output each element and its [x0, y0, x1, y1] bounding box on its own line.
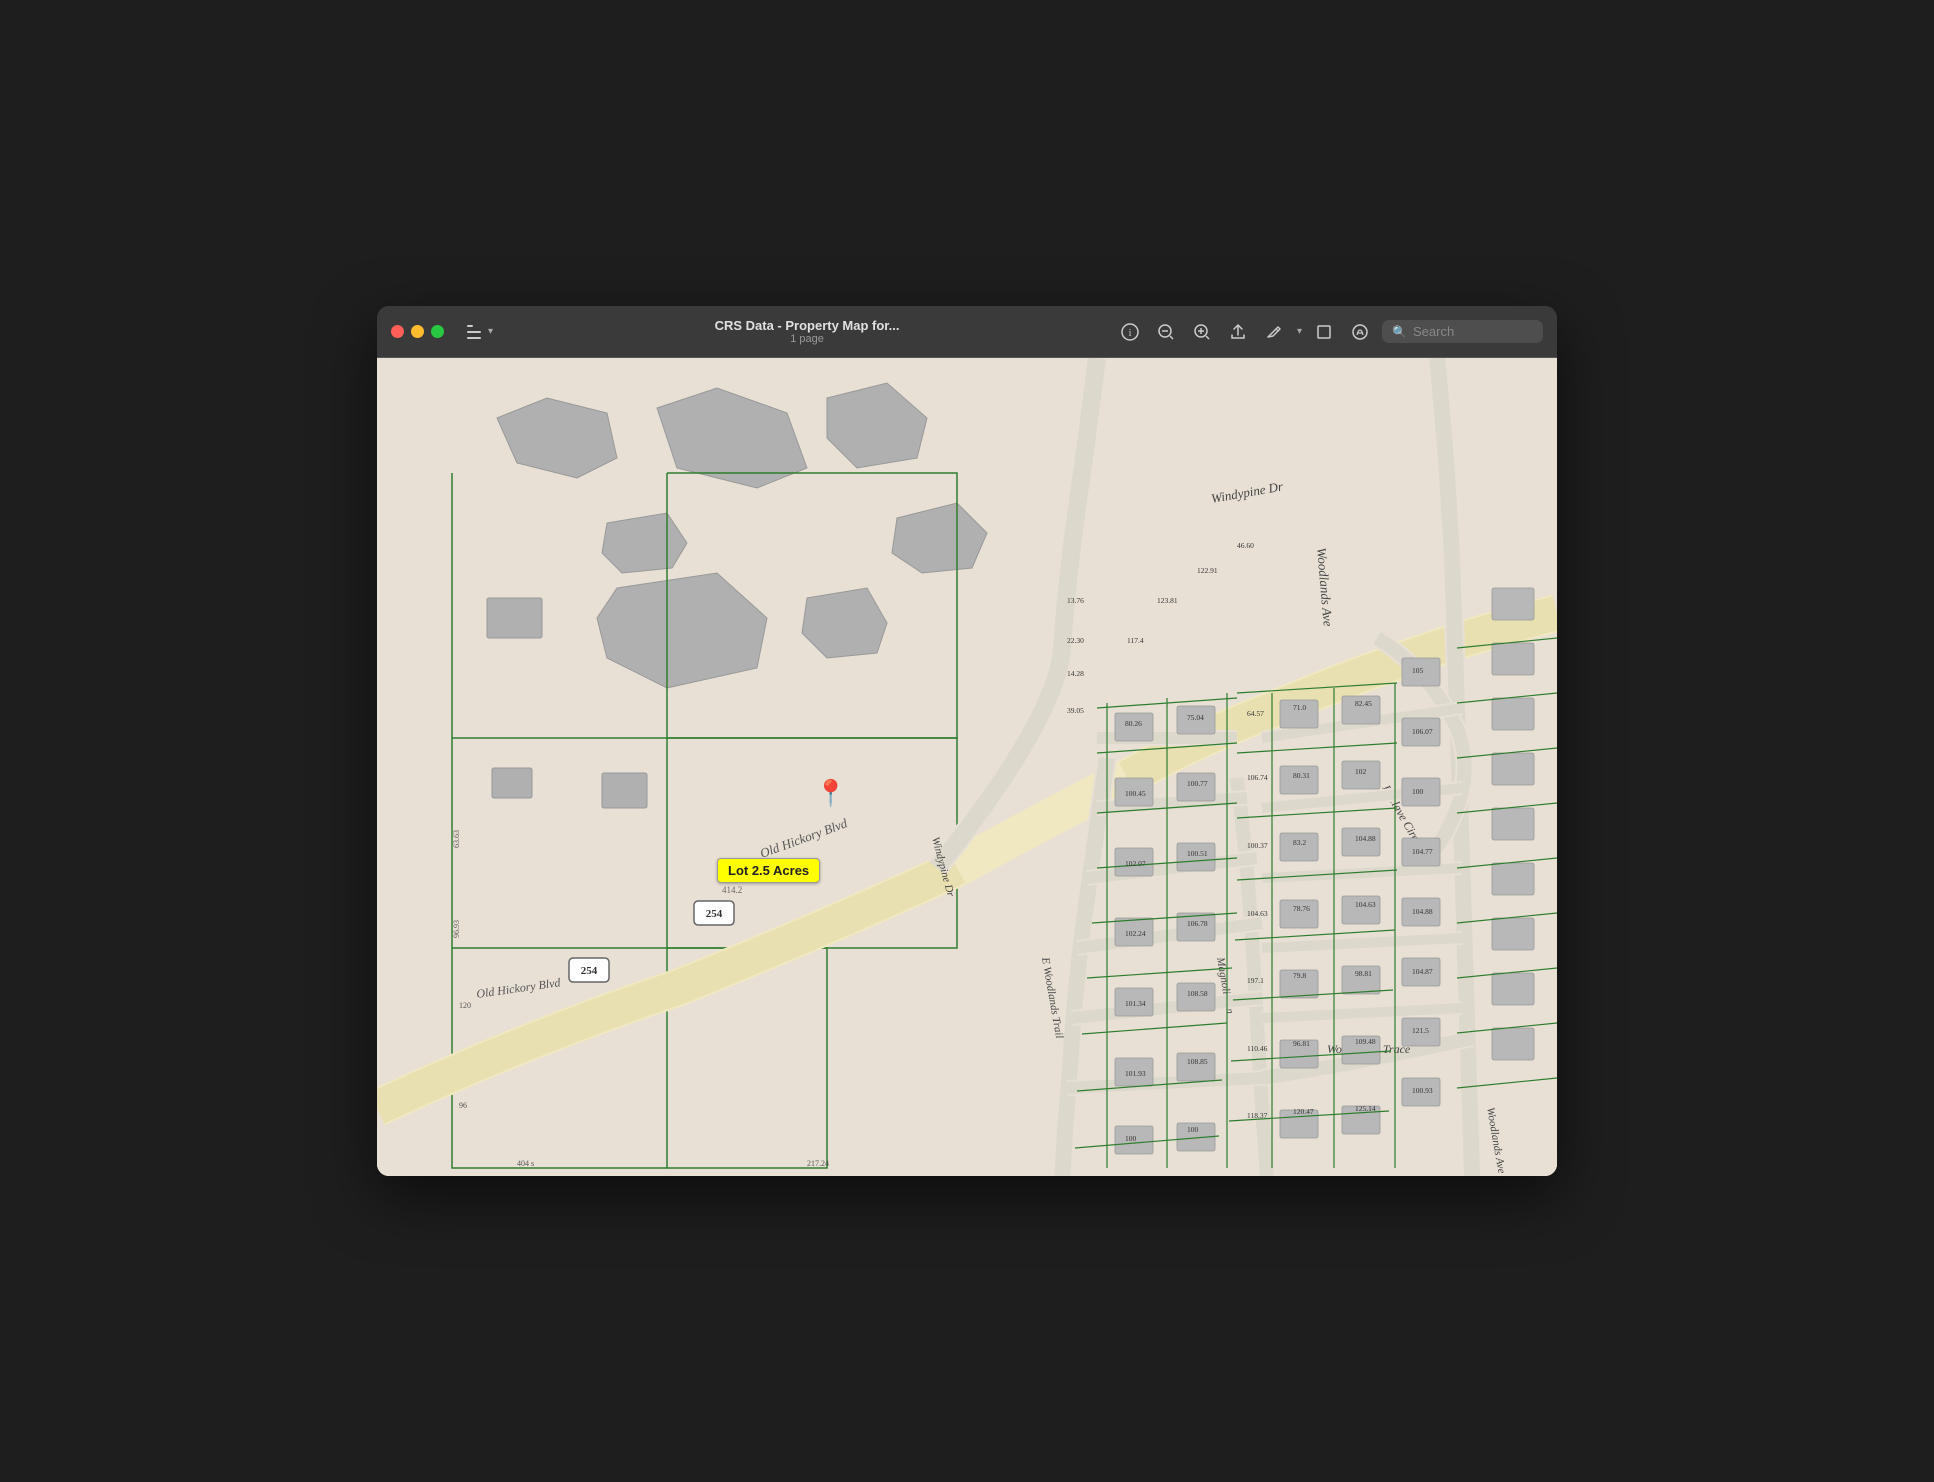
- share-icon: [1229, 323, 1247, 341]
- info-button[interactable]: i: [1116, 318, 1144, 346]
- svg-text:105: 105: [1412, 666, 1424, 675]
- svg-text:39.05: 39.05: [1067, 706, 1084, 715]
- svg-text:80.31: 80.31: [1293, 771, 1310, 780]
- svg-text:108.58: 108.58: [1187, 989, 1208, 998]
- svg-text:98.81: 98.81: [1355, 969, 1372, 978]
- share-button[interactable]: [1224, 318, 1252, 346]
- svg-text:101.34: 101.34: [1125, 999, 1146, 1008]
- svg-text:96.93: 96.93: [452, 920, 461, 938]
- crop-button[interactable]: [1310, 318, 1338, 346]
- svg-text:117.4: 117.4: [1127, 636, 1144, 645]
- svg-text:101.93: 101.93: [1125, 1069, 1146, 1078]
- svg-text:102: 102: [1355, 767, 1367, 776]
- window-title: CRS Data - Property Map for...: [715, 318, 900, 333]
- svg-text:102.07: 102.07: [1125, 859, 1146, 868]
- svg-text:79.8: 79.8: [1293, 971, 1306, 980]
- svg-text:104.77: 104.77: [1412, 847, 1433, 856]
- title-area: CRS Data - Property Map for... 1 page: [510, 318, 1104, 345]
- map-container[interactable]: 254 254 Windypine Dr: [377, 358, 1557, 1176]
- svg-text:197.1: 197.1: [1247, 976, 1264, 985]
- close-button[interactable]: [391, 325, 404, 338]
- svg-text:100.51: 100.51: [1187, 849, 1208, 858]
- svg-text:104.63: 104.63: [1355, 900, 1376, 909]
- svg-text:120.47: 120.47: [1293, 1107, 1314, 1116]
- sidebar-bar-1: [467, 325, 473, 327]
- svg-text:80.26: 80.26: [1125, 719, 1142, 728]
- markup-icon: [1351, 323, 1369, 341]
- svg-text:14.28: 14.28: [1067, 669, 1084, 678]
- markup-button[interactable]: [1346, 318, 1374, 346]
- lot-label: Lot 2.5 Acres: [717, 858, 820, 883]
- svg-text:64.57: 64.57: [1247, 709, 1264, 718]
- svg-text:82.45: 82.45: [1355, 699, 1372, 708]
- svg-text:125.14: 125.14: [1355, 1104, 1376, 1113]
- toolbar-icons: i: [1116, 318, 1543, 346]
- maximize-button[interactable]: [431, 325, 444, 338]
- svg-text:100.77: 100.77: [1187, 779, 1208, 788]
- zoom-in-button[interactable]: [1188, 318, 1216, 346]
- svg-text:13.76: 13.76: [1067, 596, 1084, 605]
- svg-text:108.85: 108.85: [1187, 1057, 1208, 1066]
- svg-text:104.63: 104.63: [1247, 909, 1268, 918]
- svg-text:100: 100: [1125, 1134, 1137, 1143]
- svg-text:63.63: 63.63: [452, 830, 461, 848]
- map-svg: 254 254 Windypine Dr: [377, 358, 1557, 1176]
- svg-text:106.78: 106.78: [1187, 919, 1208, 928]
- svg-text:254: 254: [581, 965, 598, 977]
- sidebar-bar-3: [467, 337, 481, 339]
- zoom-in-icon: [1193, 323, 1211, 341]
- svg-text:75.04: 75.04: [1187, 713, 1204, 722]
- zoom-out-button[interactable]: [1152, 318, 1180, 346]
- svg-text:120: 120: [459, 1001, 471, 1010]
- svg-text:96.81: 96.81: [1293, 1039, 1310, 1048]
- svg-text:100: 100: [1187, 1125, 1199, 1134]
- info-icon: i: [1121, 323, 1139, 341]
- svg-text:121.5: 121.5: [1412, 1026, 1429, 1035]
- search-icon: 🔍: [1392, 325, 1407, 339]
- svg-text:100.37: 100.37: [1247, 841, 1268, 850]
- svg-text:100.45: 100.45: [1125, 789, 1146, 798]
- titlebar: ▾ CRS Data - Property Map for... 1 page …: [377, 306, 1557, 358]
- main-window: ▾ CRS Data - Property Map for... 1 page …: [377, 306, 1557, 1176]
- svg-text:217.24: 217.24: [807, 1159, 829, 1168]
- svg-text:414.2: 414.2: [722, 885, 742, 895]
- svg-text:404 s: 404 s: [517, 1159, 534, 1168]
- svg-text:110.46: 110.46: [1247, 1044, 1268, 1053]
- svg-text:102.24: 102.24: [1125, 929, 1146, 938]
- svg-text:100: 100: [1412, 787, 1424, 796]
- svg-text:78.76: 78.76: [1293, 904, 1310, 913]
- search-bar[interactable]: 🔍: [1382, 320, 1543, 343]
- svg-text:46.60: 46.60: [1237, 541, 1254, 550]
- svg-text:104.88: 104.88: [1355, 834, 1376, 843]
- svg-text:106.74: 106.74: [1247, 773, 1268, 782]
- search-input[interactable]: [1413, 324, 1533, 339]
- minimize-button[interactable]: [411, 325, 424, 338]
- svg-text:83.2: 83.2: [1293, 838, 1306, 847]
- pen-chevron-icon[interactable]: ▾: [1297, 326, 1302, 337]
- chevron-down-icon: ▾: [488, 326, 493, 337]
- sidebar-icon: [467, 325, 485, 339]
- svg-text:96: 96: [459, 1101, 467, 1110]
- crop-icon: [1315, 323, 1333, 341]
- svg-text:100.93: 100.93: [1412, 1086, 1433, 1095]
- svg-text:104.88: 104.88: [1412, 907, 1433, 916]
- svg-text:📍: 📍: [815, 778, 847, 808]
- svg-text:104.87: 104.87: [1412, 967, 1433, 976]
- svg-text:106.07: 106.07: [1412, 727, 1433, 736]
- sidebar-bar-2: [467, 331, 481, 333]
- sidebar-toggle-button[interactable]: ▾: [462, 322, 498, 342]
- svg-text:109.48: 109.48: [1355, 1037, 1376, 1046]
- svg-text:118.37: 118.37: [1247, 1111, 1268, 1120]
- svg-text:i: i: [1129, 328, 1132, 339]
- svg-text:122.91: 122.91: [1197, 566, 1218, 575]
- svg-text:254: 254: [706, 908, 723, 920]
- traffic-lights: [391, 325, 444, 338]
- pen-icon: [1265, 323, 1283, 341]
- svg-text:22.30: 22.30: [1067, 636, 1084, 645]
- svg-text:123.81: 123.81: [1157, 596, 1178, 605]
- pen-button[interactable]: [1260, 318, 1288, 346]
- window-subtitle: 1 page: [790, 333, 824, 345]
- zoom-out-icon: [1157, 323, 1175, 341]
- svg-text:71.0: 71.0: [1293, 703, 1306, 712]
